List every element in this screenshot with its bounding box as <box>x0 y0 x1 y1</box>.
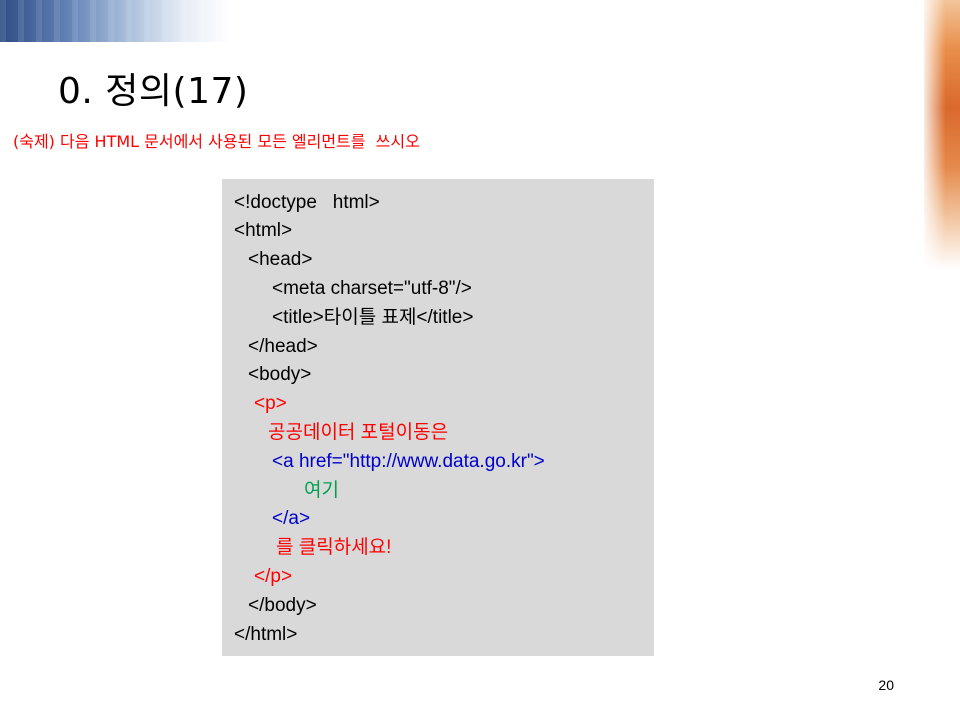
code-line-title: <title>타이틀 표제</title> <box>272 307 474 328</box>
slide-title: 0. 정의(17) <box>58 71 249 112</box>
homework-instruction: (숙제) 다음 HTML 문서에서 사용된 모든 엘리먼트를 쓰시오 <box>13 132 420 151</box>
code-line-meta: <meta charset="utf-8"/> <box>272 278 472 299</box>
decorative-right-band <box>924 0 960 270</box>
code-line-paragraph-text: 공공데이터 포털이동은 <box>268 422 449 443</box>
code-line-head-close: </head> <box>248 336 318 357</box>
code-line-body-close: </body> <box>248 595 317 616</box>
page-number: 20 <box>878 677 894 693</box>
code-line-p-open: <p> <box>254 393 287 414</box>
decorative-top-band <box>0 0 232 42</box>
code-line-html-close: </html> <box>234 624 298 645</box>
code-line-body-open: <body> <box>248 364 312 385</box>
code-line-link-text: 여기 <box>304 480 339 501</box>
code-block: <!doctype html> <html> <head> <meta char… <box>222 179 654 656</box>
code-line-html-open: <html> <box>234 220 293 241</box>
code-line-p-close: </p> <box>254 566 293 587</box>
code-line-anchor-close: </a> <box>272 508 311 529</box>
code-line-head-open: <head> <box>248 249 313 270</box>
code-line-doctype: <!doctype html> <box>234 192 380 213</box>
code-line-anchor-open: <a href="http://www.data.go.kr"> <box>272 451 545 472</box>
code-line-click-text: 를 클릭하세요! <box>276 537 392 558</box>
